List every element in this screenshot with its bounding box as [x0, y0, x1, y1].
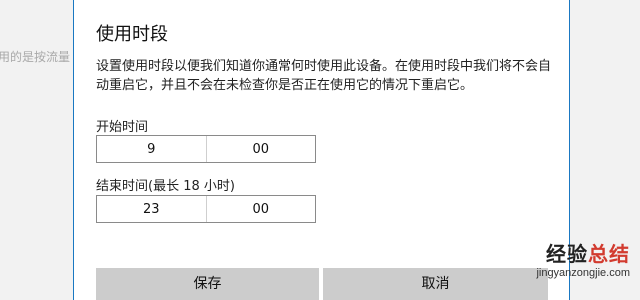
start-time-picker[interactable]: 9 00	[96, 135, 316, 163]
background-text: 用的是按流量	[0, 50, 71, 64]
end-time-label: 结束时间(最长 18 小时)	[96, 179, 235, 194]
end-minute[interactable]: 00	[205, 196, 316, 222]
start-hour[interactable]: 9	[97, 136, 206, 162]
watermark-title-part1: 经验	[546, 242, 588, 266]
dialog-description: 设置使用时段以便我们知道你通常何时使用此设备。在使用时段中我们将不会自动重启它，…	[96, 59, 552, 93]
watermark-title-part2: 总结	[588, 242, 630, 266]
cancel-button[interactable]: 取消	[323, 268, 548, 300]
watermark-title: 经验总结	[536, 238, 630, 267]
start-minute[interactable]: 00	[205, 136, 316, 162]
end-hour[interactable]: 23	[97, 196, 206, 222]
end-time-picker[interactable]: 23 00	[96, 195, 316, 223]
active-hours-dialog: 使用时段 设置使用时段以便我们知道你通常何时使用此设备。在使用时段中我们将不会自…	[73, 0, 570, 300]
watermark: 经验总结 jingyanzongjie.com	[536, 238, 630, 279]
watermark-url: jingyanzongjie.com	[536, 267, 630, 279]
save-button[interactable]: 保存	[96, 268, 319, 300]
start-time-label: 开始时间	[96, 120, 149, 135]
dialog-title: 使用时段	[96, 24, 168, 45]
